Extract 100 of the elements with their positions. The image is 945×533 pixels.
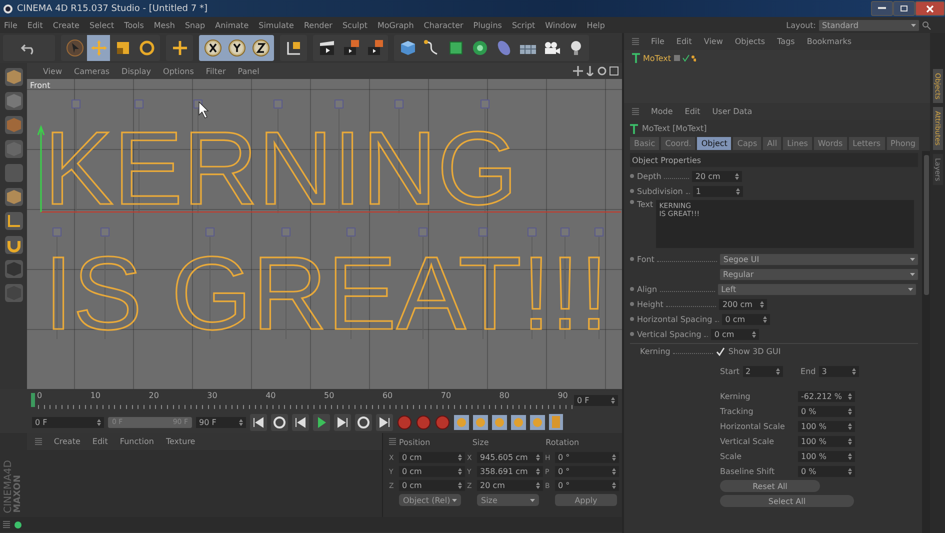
menu-item[interactable]: Edit <box>92 437 108 446</box>
move-arrows-icon[interactable] <box>573 66 583 76</box>
tab[interactable]: All <box>763 137 782 150</box>
viewport-menu-item[interactable]: Display <box>122 66 152 76</box>
menu-item[interactable]: Render <box>304 20 332 30</box>
number-field[interactable]: 0 cm <box>722 314 770 324</box>
cube-icon[interactable] <box>4 67 24 87</box>
number-field[interactable]: 3 <box>818 366 859 376</box>
menu-item[interactable]: Create <box>52 20 80 30</box>
number-field[interactable]: 0 cm <box>399 466 465 477</box>
number-field[interactable]: 100 % <box>798 436 855 446</box>
menu-item[interactable]: Edit <box>684 107 700 116</box>
menu-item[interactable]: Snap <box>184 20 206 30</box>
viewport-menu-item[interactable]: Panel <box>238 66 260 76</box>
viewport-menu-item[interactable]: Cameras <box>74 66 110 76</box>
number-field[interactable]: 0 F <box>32 416 104 428</box>
minimize-button[interactable] <box>871 1 893 16</box>
menu-item[interactable]: User Data <box>712 107 752 116</box>
menu-item[interactable]: File <box>651 37 664 46</box>
layout-dropdown[interactable]: Standard <box>819 20 919 30</box>
number-field[interactable]: 1 <box>692 186 743 196</box>
play-icon[interactable] <box>313 414 330 430</box>
tab[interactable]: Basic <box>630 137 660 150</box>
number-field[interactable]: 0 cm <box>711 328 760 340</box>
tab[interactable]: Coord. <box>661 137 696 150</box>
menu-item[interactable]: Select <box>89 20 114 30</box>
number-field[interactable]: 0 % <box>798 406 855 416</box>
menu-item[interactable]: Character <box>424 20 464 30</box>
axis-corner-icon[interactable] <box>4 211 24 231</box>
menu-item[interactable]: Edit <box>676 37 692 46</box>
number-field[interactable]: 20 cm <box>477 480 543 491</box>
number-field[interactable]: 358.691 cm <box>477 466 543 477</box>
step-back-icon[interactable] <box>292 414 309 430</box>
dropdown[interactable]: Segoe UI <box>720 254 918 264</box>
menu-item[interactable]: Plugins <box>473 20 502 30</box>
number-field[interactable]: -62.212 % <box>798 390 855 402</box>
number-field[interactable]: 100 % <box>798 450 855 462</box>
menu-item[interactable]: Mesh <box>154 20 175 30</box>
menu-item[interactable]: Tags <box>777 37 795 46</box>
tab[interactable]: Phong <box>886 137 920 150</box>
tab[interactable]: Letters <box>848 137 885 150</box>
timeline-ruler[interactable]: 0 10 20 30 40 50 60 70 80 90 <box>30 391 574 409</box>
menu-item[interactable]: Help <box>586 20 605 30</box>
menu-item[interactable]: View <box>704 37 723 46</box>
magnet-icon[interactable] <box>4 235 24 255</box>
cube-icon[interactable] <box>4 187 24 207</box>
maximize-button[interactable] <box>893 1 915 16</box>
number-field[interactable]: 0 cm <box>399 452 465 463</box>
number-field[interactable]: 20 cm <box>692 170 742 182</box>
number-field[interactable]: 0 ° <box>555 466 619 477</box>
number-field[interactable]: 0 cm <box>399 480 465 491</box>
skip-start-icon[interactable] <box>250 414 267 430</box>
viewport-menu-item[interactable]: View <box>43 66 62 76</box>
menu-item[interactable]: Objects <box>734 37 766 46</box>
number-field[interactable]: 90 F <box>196 416 246 428</box>
object-name[interactable]: MoText <box>643 54 671 62</box>
menu-item[interactable]: File <box>4 20 18 30</box>
dropdown[interactable]: Regular <box>720 268 918 280</box>
number-field[interactable]: 0 ° <box>555 480 619 491</box>
tab[interactable]: Object <box>697 137 732 150</box>
viewport-menu-item[interactable]: Filter <box>206 66 226 76</box>
y-axis-arrow-icon[interactable] <box>37 124 45 213</box>
number-field[interactable]: 100 % <box>798 420 855 432</box>
menu-item[interactable]: Simulate <box>258 20 294 30</box>
menu-item[interactable]: Tools <box>124 20 144 30</box>
viewport-menu-item[interactable]: Options <box>163 66 194 76</box>
menu-item[interactable]: Sculpt <box>342 20 368 30</box>
size-mode-dropdown[interactable]: Size <box>477 494 539 506</box>
number-field[interactable]: 0 ° <box>555 452 619 463</box>
number-field[interactable]: 0 % <box>798 466 855 476</box>
reset-all-button[interactable]: Reset All <box>720 480 820 492</box>
menu-item[interactable]: Script <box>512 20 536 30</box>
loop-icon[interactable] <box>355 414 372 430</box>
menu-item[interactable]: Edit <box>27 20 43 30</box>
up-down-arrow-icon[interactable] <box>585 66 595 76</box>
maximize-icon[interactable] <box>609 66 619 76</box>
menu-item[interactable]: Animate <box>215 20 249 30</box>
mode-dropdown[interactable]: Object (Rel) <box>399 494 461 506</box>
select-all-button[interactable]: Select All <box>720 495 854 507</box>
checkbox[interactable] <box>716 347 726 356</box>
loop-icon[interactable] <box>271 414 288 430</box>
letter-handles-drawing[interactable] <box>52 228 604 236</box>
letter-handles-drawing[interactable] <box>72 100 490 108</box>
number-field[interactable]: 0 F <box>574 394 618 406</box>
tab[interactable]: Words <box>814 137 847 150</box>
tab[interactable]: Caps <box>733 137 762 150</box>
tab[interactable]: Lines <box>783 137 812 150</box>
rotate-icon[interactable] <box>597 66 607 76</box>
menu-item[interactable]: Bookmarks <box>806 37 852 46</box>
dropdown[interactable]: Left <box>718 284 916 294</box>
menu-item[interactable]: Mode <box>651 107 673 116</box>
menu-item[interactable]: Create <box>54 437 80 446</box>
skip-end-icon[interactable] <box>376 414 393 430</box>
number-field[interactable]: 200 cm <box>719 298 768 310</box>
search-icon[interactable] <box>922 20 931 30</box>
menu-item[interactable]: Function <box>120 437 154 446</box>
number-field[interactable]: 2 <box>742 366 783 376</box>
step-forward-icon[interactable] <box>334 414 351 430</box>
menu-item[interactable]: Texture <box>166 437 196 446</box>
close-button[interactable] <box>915 1 945 16</box>
